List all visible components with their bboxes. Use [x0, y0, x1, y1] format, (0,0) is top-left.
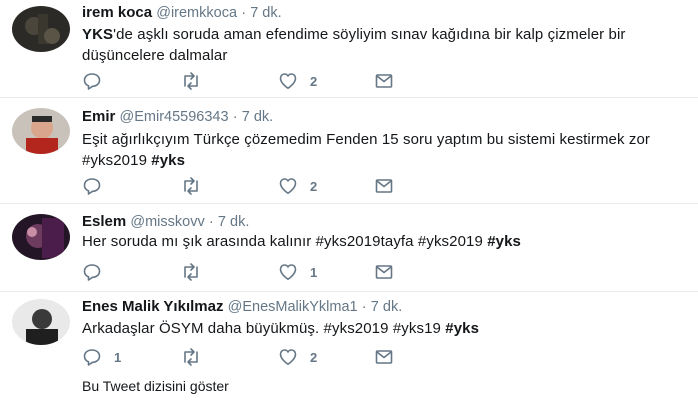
tweet-2[interactable]: Emir @Emir45596343 · 7 dk. Eşit ağırlıkç…: [0, 98, 698, 204]
separator-dot: ·: [241, 5, 247, 21]
hashtag-link[interactable]: #yks: [151, 152, 185, 169]
like-count: 2: [310, 178, 318, 194]
hashtag-link[interactable]: #yks2019tayfa: [316, 233, 414, 250]
tweet-4[interactable]: Enes Malik Yıkılmaz @EnesMalikYklma1 · 7…: [0, 292, 698, 372]
tweet-actions: 2: [82, 176, 442, 196]
tweet-time[interactable]: 7 dk.: [371, 299, 402, 315]
tweet-header: Enes Malik Yıkılmaz @EnesMalikYklma1 · 7…: [82, 298, 402, 315]
heart-icon: [279, 349, 297, 365]
user-handle[interactable]: @iremkkoca: [156, 5, 237, 21]
separator-dot: ·: [232, 109, 238, 125]
user-handle[interactable]: @misskovv: [130, 214, 204, 230]
retweet-icon: [184, 72, 198, 90]
hashtag-link[interactable]: #yks: [487, 233, 521, 250]
like-count: 1: [310, 264, 318, 280]
tweet-actions: 2: [82, 71, 442, 91]
reply-button[interactable]: [82, 262, 114, 282]
like-count: 2: [310, 73, 318, 89]
envelope-icon: [375, 265, 393, 279]
like-button[interactable]: 2: [278, 347, 317, 367]
reply-button[interactable]: [82, 176, 114, 196]
avatar[interactable]: [12, 214, 70, 260]
retweet-icon: [184, 348, 198, 366]
separator-dot: ·: [208, 214, 214, 230]
tweet-text: Arkadaşlar ÖSYM daha büyükmüş. #yks2019 …: [82, 318, 684, 339]
user-name[interactable]: Eslem: [82, 213, 126, 230]
like-count: 2: [310, 349, 318, 365]
dm-button[interactable]: [374, 176, 394, 196]
avatar-image: [12, 214, 70, 260]
show-thread-link[interactable]: Bu Tweet dizisini göster: [82, 378, 229, 394]
avatar[interactable]: [12, 108, 70, 154]
tweet-text: Eşit ağırlıkçıyım Türkçe çözemedim Fende…: [82, 129, 684, 171]
tweet-3[interactable]: Eslem @misskovv · 7 dk. Her soruda mı şı…: [0, 204, 698, 292]
avatar-image: [12, 299, 70, 345]
tweet-actions: 1 2: [82, 347, 442, 367]
dm-button[interactable]: [374, 71, 394, 91]
retweet-button[interactable]: [180, 71, 214, 91]
envelope-icon: [375, 179, 393, 193]
tweet-text: YKS'de aşklı soruda aman efendime söyliy…: [82, 24, 684, 66]
user-name[interactable]: Emir: [82, 108, 115, 125]
dm-button[interactable]: [374, 347, 394, 367]
reply-icon: [83, 264, 101, 281]
retweet-icon: [184, 263, 198, 281]
reply-icon: [83, 349, 101, 366]
heart-icon: [279, 264, 297, 280]
like-button[interactable]: 2: [278, 176, 317, 196]
heart-icon: [279, 178, 297, 194]
retweet-button[interactable]: [180, 176, 214, 196]
text-body: 'de aşklı soruda aman efendime söyliyim …: [82, 26, 626, 64]
avatar-image: [12, 6, 70, 52]
hashtag-link[interactable]: #yks: [445, 320, 479, 337]
text-body: Her soruda mı şık arasında kalınır: [82, 233, 316, 250]
dm-button[interactable]: [374, 262, 394, 282]
reply-button[interactable]: 1: [82, 347, 121, 367]
tweet-time[interactable]: 7 dk.: [242, 109, 273, 125]
user-handle[interactable]: @Emir45596343: [120, 109, 229, 125]
tweet-header: irem koca @iremkkoca · 7 dk.: [82, 4, 282, 21]
reply-icon: [83, 178, 101, 195]
like-button[interactable]: 1: [278, 262, 317, 282]
avatar-image: [12, 108, 70, 154]
heart-icon: [279, 73, 297, 89]
retweet-button[interactable]: [180, 262, 214, 282]
reply-button[interactable]: [82, 71, 114, 91]
tweet-header: Eslem @misskovv · 7 dk.: [82, 213, 249, 230]
user-name[interactable]: irem koca: [82, 4, 152, 21]
hashtag-link[interactable]: #yks2019: [82, 152, 147, 169]
tweet-actions: 1: [82, 262, 442, 282]
like-button[interactable]: 2: [278, 71, 317, 91]
user-handle[interactable]: @EnesMalikYklma1: [228, 299, 358, 315]
envelope-icon: [375, 350, 393, 364]
tweet-time[interactable]: 7 dk.: [250, 5, 281, 21]
separator-dot: ·: [361, 299, 367, 315]
tweet-time[interactable]: 7 dk.: [218, 214, 249, 230]
retweet-icon: [184, 177, 198, 195]
tweet-text: Her soruda mı şık arasında kalınır #yks2…: [82, 231, 684, 252]
tweet-header: Emir @Emir45596343 · 7 dk.: [82, 108, 273, 125]
hashtag-link[interactable]: #yks2019: [418, 233, 483, 250]
tweet-thread: irem koca @iremkkoca · 7 dk. YKS'de aşkl…: [0, 0, 698, 400]
retweet-button[interactable]: [180, 347, 214, 367]
text-body: Eşit ağırlıkçıyım Türkçe çözemedim Fende…: [82, 131, 651, 148]
avatar[interactable]: [12, 299, 70, 345]
envelope-icon: [375, 74, 393, 88]
text-body: Arkadaşlar ÖSYM daha büyükmüş.: [82, 320, 324, 337]
user-name[interactable]: Enes Malik Yıkılmaz: [82, 298, 223, 315]
tweet-1[interactable]: irem koca @iremkkoca · 7 dk. YKS'de aşkl…: [0, 0, 698, 98]
text-bold: YKS: [82, 26, 114, 43]
reply-count: 1: [114, 349, 122, 365]
hashtag-link[interactable]: #yks2019: [324, 320, 389, 337]
hashtag-link[interactable]: #yks19: [393, 320, 441, 337]
reply-icon: [83, 73, 101, 90]
avatar[interactable]: [12, 6, 70, 52]
